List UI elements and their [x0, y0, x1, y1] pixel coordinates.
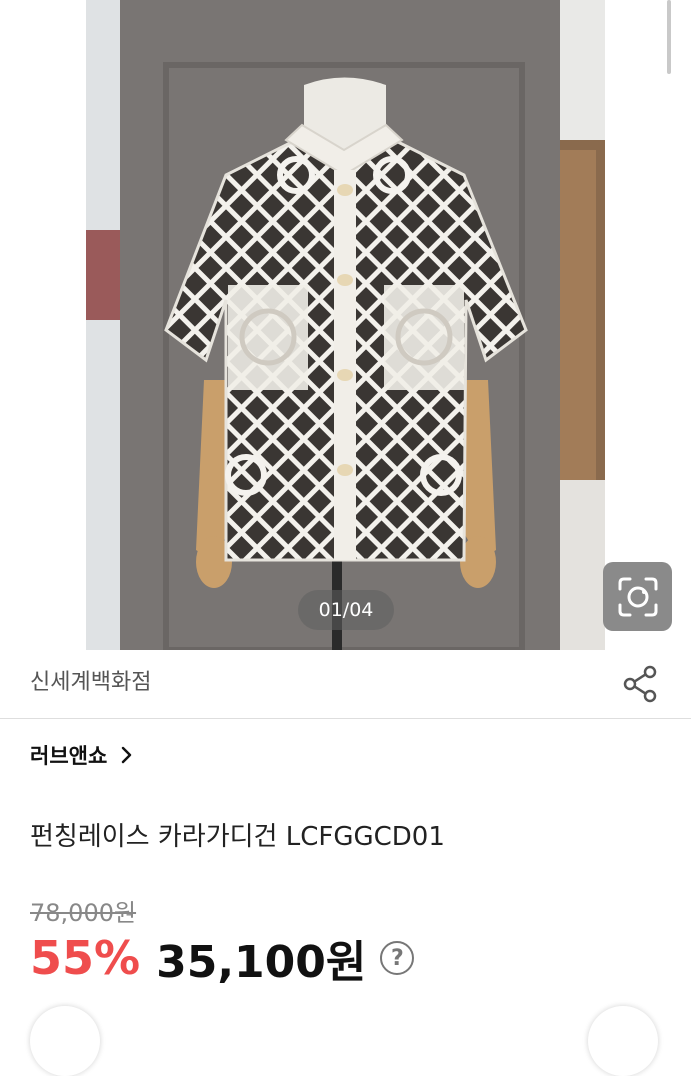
sale-price: 35,100원 — [156, 937, 367, 988]
product-title: 펀칭레이스 카라가디건 LCFGGCD01 — [30, 822, 445, 852]
lens-icon — [618, 577, 657, 616]
image-page-indicator: 01/04 — [298, 590, 394, 630]
brand-link[interactable]: 러브앤쇼 — [30, 738, 133, 772]
chevron-right-icon — [122, 746, 132, 764]
bottom-action-button[interactable] — [30, 1006, 100, 1076]
scrollbar[interactable] — [667, 0, 671, 74]
discount-rate: 55% — [30, 931, 141, 985]
divider — [0, 718, 691, 719]
bottom-action-button-right[interactable] — [588, 1006, 658, 1076]
price-row: 55% 35,100원 ? — [30, 928, 415, 988]
share-button[interactable] — [620, 664, 660, 704]
brand-name: 러브앤쇼 — [30, 744, 108, 768]
share-icon — [623, 665, 657, 703]
store-row: 신세계백화점 — [0, 650, 691, 718]
store-name: 신세계백화점 — [30, 670, 152, 695]
price-help-icon[interactable]: ? — [380, 941, 415, 975]
product-image-gallery[interactable]: 01/04 — [0, 0, 691, 650]
product-photo[interactable] — [86, 0, 605, 650]
image-search-button[interactable] — [603, 562, 672, 631]
original-price: 78,000원 — [30, 899, 137, 927]
